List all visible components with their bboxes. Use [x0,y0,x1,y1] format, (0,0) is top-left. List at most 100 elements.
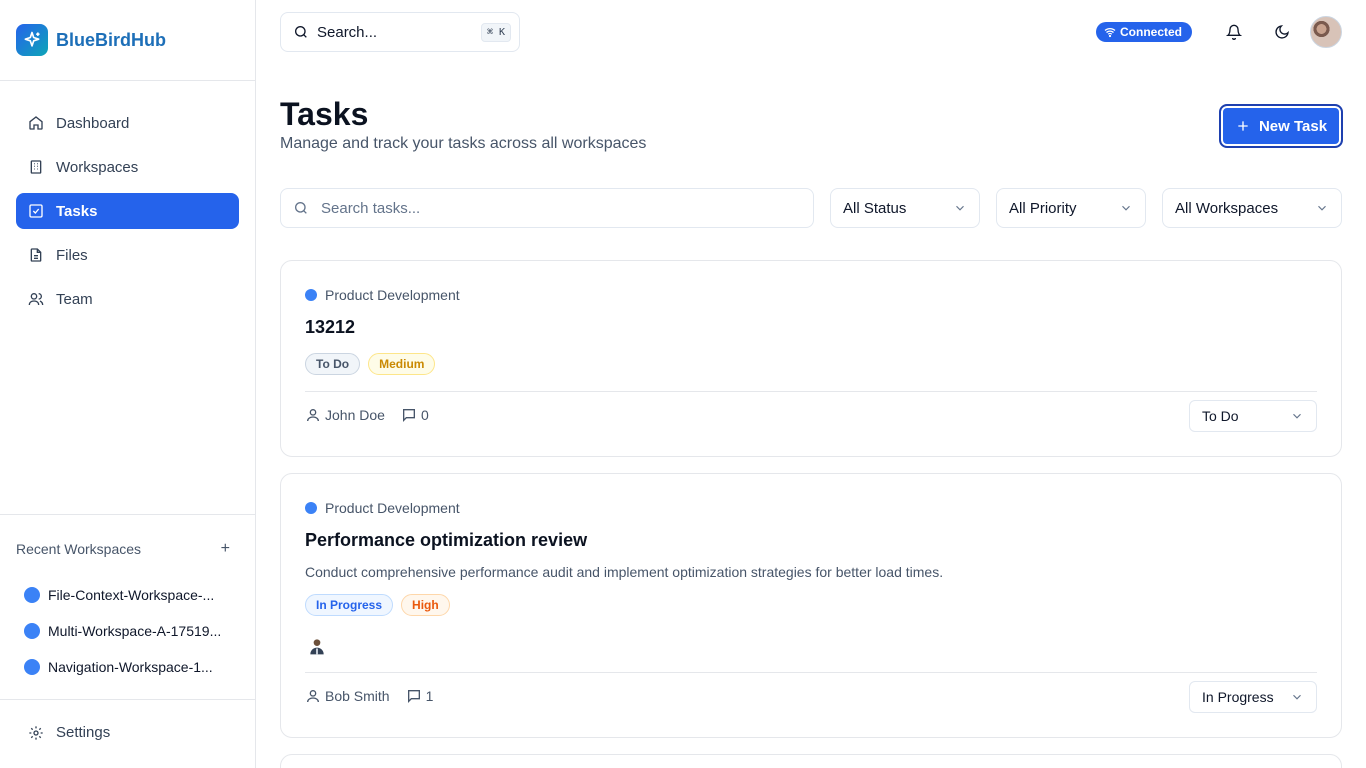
file-icon [30,248,42,262]
connection-status-label: Connected [1120,25,1183,39]
assignee-name: Bob Smith [325,688,390,704]
recent-workspace-item[interactable]: Navigation-Workspace-1... [24,657,234,677]
page-title: Tasks [280,96,369,132]
recent-workspace-item[interactable]: File-Context-Workspace-... [24,585,234,605]
global-search[interactable]: Search... ⌘ K [280,12,520,52]
divider [0,699,255,700]
gear-icon [29,725,43,740]
divider [0,514,255,515]
chevron-down-icon [1122,205,1130,211]
assignee: Bob Smith [305,688,390,704]
priority-badge: High [401,594,450,616]
new-task-button[interactable]: New Task [1219,104,1343,148]
comments-value: 0 [420,407,429,423]
task-search-input[interactable]: Search tasks... [280,188,814,228]
sidebar-nav: Dashboard Workspaces Tasks Files Team [16,105,239,325]
recent-workspaces-list: File-Context-Workspace-... Multi-Workspa… [24,585,234,693]
task-workspace-label: Product Development [325,500,460,516]
comment-icon [407,690,420,703]
status-filter-select[interactable]: All Status [830,188,980,228]
assignee-avatar [305,634,329,658]
task-meta: John Doe 0 [305,407,429,423]
divider [305,672,1317,673]
task-description: Conduct comprehensive performance audit … [305,564,944,580]
task-card[interactable] [280,754,1342,768]
workspace-filter-value: All Workspaces [1175,199,1279,217]
task-badges: In Progress High [305,594,450,616]
status-badge: To Do [305,353,361,375]
comment-icon [402,409,415,422]
person-avatar-icon [310,639,324,655]
theme-toggle-button[interactable] [1272,22,1292,42]
priority-badge: Medium [368,353,436,375]
task-card[interactable]: Product Development 13212 To Do Medium J… [280,260,1342,457]
comments-count[interactable]: 0 [401,407,429,423]
brand[interactable]: BlueBirdHub [16,24,166,56]
sidebar-item-team[interactable]: Team [16,281,239,317]
recent-workspace-label: Multi-Workspace-A-17519... [48,623,222,639]
task-status-value: In Progress [1202,689,1274,705]
comments-count[interactable]: 1 [406,688,433,704]
chevron-down-icon [1293,413,1301,419]
search-icon [295,26,307,38]
recent-workspace-label: Navigation-Workspace-1... [48,659,213,675]
connection-status-badge: Connected [1096,22,1193,42]
task-card[interactable]: Product Development Performance optimiza… [280,473,1342,738]
chevron-down-icon [1318,205,1326,211]
recent-workspaces-title: Recent Workspaces [16,541,142,557]
divider [305,391,1317,392]
settings-label: Settings [56,724,111,741]
status-badge: In Progress [305,594,394,616]
assignee: John Doe [305,407,385,423]
status-filter-value: All Status [843,199,907,217]
chevron-down-icon [956,205,964,211]
new-task-label: New Task [1258,117,1328,135]
sparkle-logo-icon [16,24,48,56]
recent-workspace-label: File-Context-Workspace-... [48,587,215,603]
home-icon [29,116,43,130]
workspace-color-dot [305,289,317,301]
moon-icon [1275,25,1289,39]
sidebar-item-dashboard[interactable]: Dashboard [16,105,239,141]
sidebar-item-settings[interactable]: Settings [28,724,110,741]
task-status-select[interactable]: In Progress [1189,681,1317,713]
task-workspace-label: Product Development [325,287,460,303]
add-workspace-button[interactable]: + [221,540,230,558]
chevron-down-icon [1293,694,1301,700]
sidebar-item-files[interactable]: Files [16,237,239,273]
notifications-button[interactable] [1224,22,1244,42]
workspace-filter-select[interactable]: All Workspaces [1162,188,1342,228]
divider [0,80,255,81]
user-avatar[interactable] [1310,16,1342,48]
workspace-color-dot [24,623,40,639]
sidebar-item-label: Tasks [56,202,98,220]
task-status-value: To Do [1202,408,1239,424]
task-workspace: Product Development [305,287,460,303]
sidebar-item-workspaces[interactable]: Workspaces [16,149,239,185]
sidebar-item-tasks[interactable]: Tasks [16,193,239,229]
task-status-select[interactable]: To Do [1189,400,1317,432]
check-square-icon [29,204,43,218]
users-icon [28,293,44,306]
workspace-color-dot [305,502,317,514]
wifi-icon [1104,28,1116,38]
task-title[interactable]: 13212 [305,317,355,338]
recent-workspaces-header: Recent Workspaces + [16,540,230,558]
global-search-placeholder: Search... [317,23,378,41]
priority-filter-select[interactable]: All Priority [996,188,1146,228]
task-meta: Bob Smith 1 [305,688,433,704]
shortcut-badge: ⌘ K [480,22,511,42]
task-title[interactable]: Performance optimization review [305,530,587,551]
recent-workspace-item[interactable]: Multi-Workspace-A-17519... [24,621,234,641]
workspace-color-dot [24,587,40,603]
priority-filter-value: All Priority [1009,199,1077,217]
user-icon [307,409,319,422]
page-subtitle: Manage and track your tasks across all w… [280,135,647,152]
user-icon [307,690,319,703]
sidebar-item-label: Dashboard [56,114,130,132]
assignee-name: John Doe [325,407,385,423]
task-badges: To Do Medium [305,353,436,375]
sidebar-item-label: Workspaces [56,158,139,176]
sidebar-item-label: Team [56,290,93,308]
sidebar-item-label: Files [56,246,88,264]
